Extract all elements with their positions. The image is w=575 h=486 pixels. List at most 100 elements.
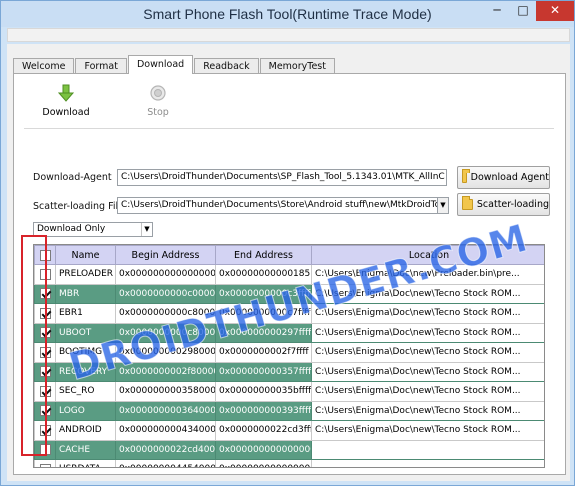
table-row[interactable]: BOOTIMG 0x0000000002980000 0x0000000002f7f… (34, 342, 544, 363)
minimize-button[interactable]: ─ (484, 1, 510, 21)
column-header-name[interactable]: Name (55, 245, 116, 265)
end-address: 0x0000000022cd3ffff (215, 420, 312, 441)
begin-address: 0x0000000044540000 (115, 459, 216, 467)
scatter-loading-path: C:\Users\DroidThunder\Documents\Store\An… (121, 200, 449, 210)
end-address: 0x0000000000c7ffff (215, 303, 312, 324)
location-path[interactable]: C:\Users\Enigma\Doc\new\Tecno Stock ROM.… (311, 420, 544, 441)
toolbar-divider (24, 128, 554, 129)
column-header-end-address[interactable]: End Address (215, 245, 312, 265)
scatter-loading-button[interactable]: Scatter-loading (457, 193, 550, 216)
location-path[interactable]: C:\Users\Enigma\Doc\new\Tecno Stock ROM.… (311, 400, 544, 421)
table-row[interactable]: USRDATA0x00000000445400000x0000000000000… (34, 459, 544, 467)
location-path[interactable] (311, 439, 544, 460)
begin-address: 0x0000000004340000 (115, 420, 216, 441)
table-row[interactable]: SEC_RO 0x0000000003580000 0x00000000035bff… (34, 381, 544, 402)
download-agent-button-label: Download Agent (470, 172, 549, 183)
table-row[interactable]: LOGO 0x0000000003640000 0x000000000393ffff… (34, 400, 544, 421)
client-area: Welcome Format Download Readback MemoryT… (7, 44, 570, 481)
begin-address: 0x0000000022cd40000 (115, 439, 216, 460)
begin-address: 0x0000000002f80000 (115, 361, 216, 382)
end-address: 0x0000000000000000 (215, 459, 312, 467)
location-path[interactable]: C:\Users\Enigma\Doc\new\Tecno Stock ROM.… (311, 303, 544, 324)
menu-bar (7, 28, 570, 42)
tab-download[interactable]: Download (127, 55, 194, 74)
end-address: 0x000000000357ffff (215, 361, 312, 382)
download-mode-select[interactable]: Download Only ▼ (33, 222, 153, 237)
maximize-button[interactable]: □ (510, 1, 536, 21)
title-bar: Smart Phone Flash Tool(Runtime Trace Mod… (1, 1, 574, 27)
location-path[interactable]: C:\Users\Enigma\Doc\new\Tecno Stock ROM.… (311, 381, 544, 402)
chevron-down-icon[interactable]: ▼ (437, 198, 448, 213)
location-path[interactable]: C:\Users\Enigma\Doc\new\Tecno Stock ROM.… (311, 283, 544, 304)
location-path[interactable]: C:\Users\Enigma\Doc\new\Tecno Stock ROM.… (311, 342, 544, 363)
end-address: 0x0000000000000000 (215, 439, 312, 460)
folder-icon (462, 169, 470, 183)
download-agent-label: Download-Agent (33, 172, 112, 183)
table-header: Name Begin Address End Address Location (34, 245, 544, 265)
partition-name: PRELOADER (55, 264, 116, 285)
stop-icon (150, 85, 166, 101)
location-path[interactable]: C:\Users\Enigma\Doc\new\Preloader.bin\pr… (311, 264, 544, 285)
table-row[interactable]: CACHE0x0000000022cd400000x00000000000000… (34, 439, 544, 460)
partition-name: SEC_RO (55, 381, 116, 402)
download-page: Download Stop Download-Agent C:\Users\Dr… (13, 73, 566, 475)
tab-format[interactable]: Format (75, 58, 127, 74)
download-agent-button[interactable]: Download Agent (457, 166, 550, 189)
chevron-down-icon[interactable]: ▼ (141, 223, 152, 236)
end-address: 0x000000000297ffff (215, 322, 312, 343)
row-checkbox-cell[interactable] (34, 459, 56, 467)
table-row[interactable]: UBOOT 0x0000000000c80000 0x000000000297fff… (34, 322, 544, 343)
table-row[interactable]: PRELOADER 0x0000000000000000 0x00000000000… (34, 264, 544, 285)
partition-table: Name Begin Address End Address Location … (33, 244, 545, 468)
table-row[interactable]: MBR 0x0000000000c00000 0x0000000000c3ffff C… (34, 283, 544, 304)
scatter-loading-field[interactable]: C:\Users\DroidThunder\Documents\Store\An… (117, 197, 449, 214)
column-header-begin-address[interactable]: Begin Address (115, 245, 216, 265)
tab-memorytest[interactable]: MemoryTest (259, 58, 335, 74)
location-path[interactable] (311, 459, 544, 467)
partition-name: LOGO (55, 400, 116, 421)
tab-strip: Welcome Format Download Readback MemoryT… (13, 55, 336, 74)
location-path[interactable]: C:\Users\Enigma\Doc\new\Tecno Stock ROM.… (311, 322, 544, 343)
partition-name: BOOTIMG (55, 342, 116, 363)
end-address: 0x0000000000c3ffff (215, 283, 312, 304)
table-row[interactable]: RECOVERY 0x0000000002f80000 0x000000000357… (34, 361, 544, 382)
partition-name: EBR1 (55, 303, 116, 324)
partition-name: UBOOT (55, 322, 116, 343)
table-row[interactable]: ANDROID 0x0000000004340000 0x0000000022cd3… (34, 420, 544, 441)
download-mode-value: Download Only (37, 224, 106, 234)
scatter-loading-button-label: Scatter-loading (476, 199, 549, 210)
folder-icon (462, 196, 473, 210)
stop-button-label: Stop (147, 107, 169, 118)
end-address: 0x0000000002f7ffff (215, 342, 312, 363)
column-header-location[interactable]: Location (311, 245, 544, 265)
tab-welcome[interactable]: Welcome (13, 58, 75, 74)
partition-name: RECOVERY (55, 361, 116, 382)
begin-address: 0x0000000000c80000 (115, 322, 216, 343)
end-address: 0x0000000000018577 (215, 264, 312, 285)
begin-address: 0x0000000000000000 (115, 264, 216, 285)
close-button[interactable]: ✕ (536, 1, 574, 21)
location-path[interactable]: C:\Users\Enigma\Doc\new\Tecno Stock ROM.… (311, 361, 544, 382)
partition-name: ANDROID (55, 420, 116, 441)
begin-address: 0x0000000002980000 (115, 342, 216, 363)
download-button[interactable]: Download (40, 84, 92, 118)
end-address: 0x000000000393ffff (215, 400, 312, 421)
begin-address: 0x0000000000c00000 (115, 283, 216, 304)
begin-address: 0x0000000003580000 (115, 381, 216, 402)
scatter-loading-label: Scatter-loading File (33, 201, 125, 212)
stop-button[interactable]: Stop (132, 84, 184, 118)
partition-name: CACHE (55, 439, 116, 460)
down-arrow-icon (57, 84, 75, 102)
download-agent-field[interactable]: C:\Users\DroidThunder\Documents\SP_Flash… (117, 169, 447, 186)
checkbox-highlight-box (21, 235, 47, 456)
partition-name: USRDATA (55, 459, 116, 467)
begin-address: 0x0000000000c80000 (115, 303, 216, 324)
download-button-label: Download (42, 107, 90, 118)
app-window: Smart Phone Flash Tool(Runtime Trace Mod… (0, 0, 575, 486)
end-address: 0x00000000035bffff (215, 381, 312, 402)
row-checkbox[interactable] (39, 463, 51, 467)
tab-readback[interactable]: Readback (194, 58, 259, 74)
begin-address: 0x0000000003640000 (115, 400, 216, 421)
table-row[interactable]: EBR1 0x0000000000c80000 0x0000000000c7ffff… (34, 303, 544, 324)
partition-name: MBR (55, 283, 116, 304)
